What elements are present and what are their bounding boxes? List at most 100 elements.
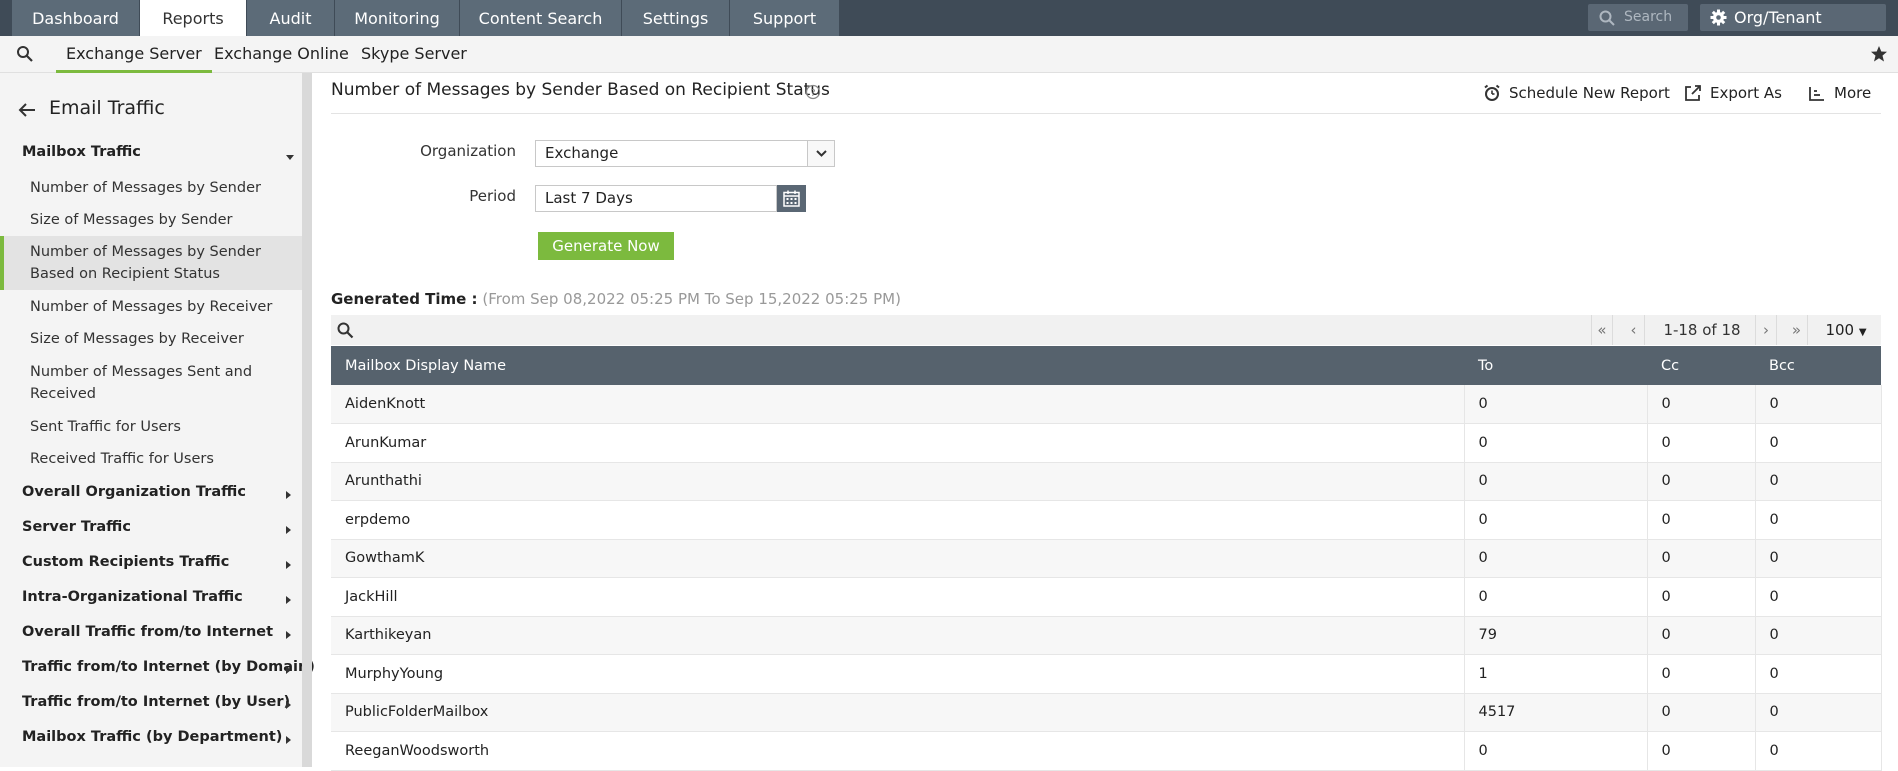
cell-to: 0 bbox=[1464, 385, 1648, 424]
search-placeholder: Search bbox=[1624, 9, 1673, 25]
help-icon[interactable]: ? bbox=[805, 84, 821, 100]
prev-page-button[interactable]: ‹ bbox=[1623, 315, 1645, 345]
sidebar-item-sent-traffic-users[interactable]: Sent Traffic for Users bbox=[30, 416, 290, 438]
header-divider bbox=[331, 113, 1881, 114]
cell-bcc: 0 bbox=[1755, 462, 1882, 501]
table-row[interactable]: GowthamK 0 0 0 bbox=[331, 539, 1882, 578]
table-row[interactable]: ReeganWoodsworth 0 0 0 bbox=[331, 731, 1882, 771]
search-icon[interactable] bbox=[337, 322, 354, 339]
sidebar-group-server-traffic[interactable]: Server Traffic bbox=[22, 519, 131, 535]
star-icon[interactable] bbox=[1870, 45, 1888, 63]
cell-mailbox-name: MurphyYoung bbox=[331, 654, 1465, 694]
chevron-right-icon bbox=[286, 736, 291, 744]
table-row[interactable]: erpdemo 0 0 0 bbox=[331, 500, 1882, 540]
back-arrow-icon[interactable] bbox=[18, 103, 36, 117]
sidebar-group-mailbox-traffic[interactable]: Mailbox Traffic bbox=[22, 144, 141, 160]
subtab-exchange-online[interactable]: Exchange Online bbox=[214, 36, 349, 73]
tab-settings[interactable]: Settings bbox=[622, 0, 730, 36]
table-row[interactable]: Karthikeyan 79 0 0 bbox=[331, 616, 1882, 655]
calendar-icon bbox=[783, 190, 800, 207]
sidebar-group-internet-by-user[interactable]: Traffic from/to Internet (by User) bbox=[22, 694, 290, 710]
more-options-icon bbox=[1809, 87, 1824, 101]
last-page-button[interactable]: » bbox=[1786, 315, 1808, 345]
tab-monitoring[interactable]: Monitoring bbox=[335, 0, 460, 36]
sidebar-group-internet-by-domain[interactable]: Traffic from/to Internet (by Domain) bbox=[22, 659, 315, 675]
cell-cc: 0 bbox=[1647, 500, 1756, 540]
page-size-select[interactable]: 100 ▼ bbox=[1821, 315, 1871, 345]
report-table: Mailbox Display Name To Cc Bcc AidenKnot… bbox=[331, 346, 1882, 771]
cell-cc: 0 bbox=[1647, 731, 1756, 771]
chevron-right-icon bbox=[286, 631, 291, 639]
cell-mailbox-name: JackHill bbox=[331, 577, 1465, 617]
sidebar: Email Traffic Mailbox Traffic Number of … bbox=[0, 73, 315, 767]
tab-support[interactable]: Support bbox=[730, 0, 840, 36]
sidebar-item-messages-sent-received[interactable]: Number of Messages Sent and Received bbox=[30, 361, 270, 405]
org-tenant-settings-button[interactable]: Org/Tenant Settings bbox=[1700, 4, 1886, 54]
cell-bcc: 0 bbox=[1755, 385, 1882, 424]
table-row[interactable]: PublicFolderMailbox 4517 0 0 bbox=[331, 693, 1882, 732]
table-row[interactable]: JackHill 0 0 0 bbox=[331, 577, 1882, 617]
global-search-input[interactable]: Search bbox=[1588, 4, 1688, 31]
cell-cc: 0 bbox=[1647, 462, 1756, 501]
sidebar-item-size-by-sender[interactable]: Size of Messages by Sender bbox=[30, 209, 290, 231]
table-row[interactable]: Arunthathi 0 0 0 bbox=[331, 462, 1882, 501]
export-icon bbox=[1685, 85, 1701, 101]
dropdown-toggle[interactable] bbox=[807, 141, 834, 166]
chevron-right-icon bbox=[286, 561, 291, 569]
top-navigation-bar: Dashboard Reports Audit Monitoring Conte… bbox=[0, 0, 1898, 54]
period-field[interactable]: Last 7 Days bbox=[535, 185, 777, 212]
cell-to: 1 bbox=[1464, 654, 1648, 694]
table-header-row: Mailbox Display Name To Cc Bcc bbox=[331, 346, 1881, 385]
cell-to: 0 bbox=[1464, 731, 1648, 771]
sidebar-item-messages-by-receiver[interactable]: Number of Messages by Receiver bbox=[30, 296, 290, 318]
sidebar-item-received-traffic-users[interactable]: Received Traffic for Users bbox=[30, 448, 290, 470]
table-row[interactable]: AidenKnott 0 0 0 bbox=[331, 385, 1882, 424]
chevron-right-icon bbox=[286, 526, 291, 534]
cell-mailbox-name: GowthamK bbox=[331, 539, 1465, 578]
table-row[interactable]: MurphyYoung 1 0 0 bbox=[331, 654, 1882, 694]
subtab-skype-server[interactable]: Skype Server bbox=[361, 36, 467, 73]
sidebar-item-size-by-receiver[interactable]: Size of Messages by Receiver bbox=[30, 328, 290, 350]
cell-to: 0 bbox=[1464, 423, 1648, 463]
cell-to: 79 bbox=[1464, 616, 1648, 655]
cell-mailbox-name: erpdemo bbox=[331, 500, 1465, 540]
sidebar-item-messages-by-sender-recipient-status[interactable]: Number of Messages by Sender Based on Re… bbox=[30, 241, 270, 285]
table-row[interactable]: ArunKumar 0 0 0 bbox=[331, 423, 1882, 463]
alarm-clock-icon bbox=[1484, 84, 1500, 101]
next-page-button[interactable]: › bbox=[1755, 315, 1777, 345]
tab-content-search[interactable]: Content Search bbox=[460, 0, 622, 36]
column-header-cc[interactable]: Cc bbox=[1647, 346, 1755, 385]
calendar-button[interactable] bbox=[777, 185, 806, 212]
sidebar-group-intra-org[interactable]: Intra-Organizational Traffic bbox=[22, 589, 243, 605]
search-icon[interactable] bbox=[16, 45, 34, 63]
tab-dashboard[interactable]: Dashboard bbox=[12, 0, 140, 36]
column-header-bcc[interactable]: Bcc bbox=[1755, 346, 1881, 385]
cell-bcc: 0 bbox=[1755, 500, 1882, 540]
column-header-mailbox[interactable]: Mailbox Display Name bbox=[331, 346, 1464, 385]
cell-mailbox-name: PublicFolderMailbox bbox=[331, 693, 1465, 732]
tab-audit[interactable]: Audit bbox=[247, 0, 335, 36]
cell-cc: 0 bbox=[1647, 539, 1756, 578]
tab-reports[interactable]: Reports bbox=[140, 0, 247, 36]
cell-to: 0 bbox=[1464, 462, 1648, 501]
sub-navigation-bar: Exchange Server Exchange Online Skype Se… bbox=[0, 36, 1898, 73]
cell-bcc: 0 bbox=[1755, 577, 1882, 617]
first-page-button[interactable]: « bbox=[1591, 315, 1613, 345]
column-header-to[interactable]: To bbox=[1464, 346, 1647, 385]
table-toolbar: « ‹ 1-18 of 18 › » 100 ▼ bbox=[331, 315, 1881, 345]
organization-select[interactable]: Exchange bbox=[535, 140, 835, 167]
cell-bcc: 0 bbox=[1755, 731, 1882, 771]
sidebar-group-by-department[interactable]: Mailbox Traffic (by Department) bbox=[22, 729, 282, 745]
cell-to: 0 bbox=[1464, 577, 1648, 617]
sidebar-group-custom-recipients[interactable]: Custom Recipients Traffic bbox=[22, 554, 229, 570]
sidebar-scrollbar[interactable] bbox=[302, 73, 312, 767]
sidebar-item-messages-by-sender[interactable]: Number of Messages by Sender bbox=[30, 177, 290, 199]
cell-to: 0 bbox=[1464, 500, 1648, 540]
cell-bcc: 0 bbox=[1755, 693, 1882, 732]
generate-now-button[interactable]: Generate Now bbox=[538, 232, 674, 260]
period-label: Period bbox=[469, 187, 516, 205]
sidebar-group-overall-internet[interactable]: Overall Traffic from/to Internet bbox=[22, 624, 273, 640]
generated-time: Generated Time : (From Sep 08,2022 05:25… bbox=[331, 290, 901, 308]
sidebar-group-overall-org-traffic[interactable]: Overall Organization Traffic bbox=[22, 484, 246, 500]
subtab-exchange-server[interactable]: Exchange Server bbox=[56, 36, 212, 73]
